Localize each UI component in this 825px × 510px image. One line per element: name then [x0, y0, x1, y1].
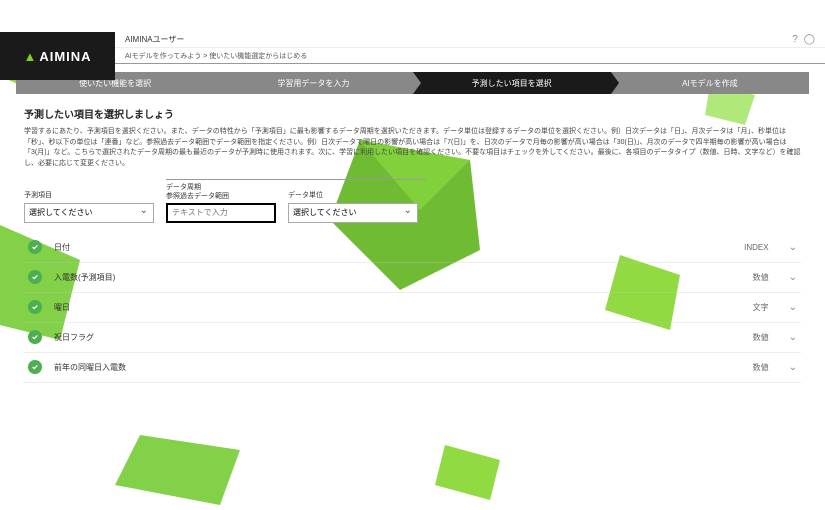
step-2[interactable]: 学習用データを入力 — [214, 72, 412, 94]
item-name: 日付 — [54, 242, 744, 253]
range-input[interactable] — [166, 203, 276, 223]
check-icon[interactable] — [28, 270, 42, 284]
breadcrumb-text[interactable]: AIモデルを作ってみよう > 使いたい機能選定からはじめる — [125, 51, 307, 61]
section-description: 学習するにあたり、予測項目を選択ください。また、データの特性から「予測項目」に最… — [24, 127, 801, 169]
username: AIMINAユーザー — [125, 34, 184, 45]
step-nav: 使いたい機能を選択 学習用データを入力 予測したい項目を選択 AIモデルを作成 — [16, 72, 809, 94]
chevron-down-icon[interactable]: ⌄ — [789, 272, 797, 283]
chevron-down-icon[interactable]: ⌄ — [789, 332, 797, 343]
chevron-down-icon[interactable]: ⌄ — [789, 362, 797, 373]
check-icon[interactable] — [28, 330, 42, 344]
list-item[interactable]: 入電数(予測項目) 数値 ⌄ — [24, 263, 801, 293]
section-title: 予測したい項目を選択しましょう — [24, 106, 801, 121]
item-type: 数値 — [753, 332, 769, 343]
decorative-shape — [110, 430, 250, 510]
step-4[interactable]: AIモデルを作成 — [611, 72, 809, 94]
top-strip — [0, 0, 825, 32]
item-name: 曜日 — [54, 302, 753, 313]
chevron-down-icon[interactable]: ⌄ — [789, 302, 797, 313]
predict-label: 予測項目 — [24, 190, 154, 200]
user-bar: AIMINAユーザー ? ◯ — [0, 32, 825, 48]
help-icon[interactable]: ? — [792, 34, 798, 45]
item-name: 祝日フラグ — [54, 332, 753, 343]
breadcrumb: AIモデルを作ってみよう > 使いたい機能選定からはじめる — [0, 48, 825, 64]
item-name: 入電数(予測項目) — [54, 272, 753, 283]
user-icon[interactable]: ◯ — [804, 34, 815, 45]
item-list: 日付 INDEX ⌄ 入電数(予測項目) 数値 ⌄ 曜日 文字 ⌄ 祝日フラグ … — [24, 233, 801, 383]
logo[interactable]: ▲AIMINA — [0, 32, 115, 80]
step-3[interactable]: 予測したい項目を選択 — [413, 72, 611, 94]
chevron-down-icon[interactable]: ⌄ — [789, 242, 797, 253]
unit-label: データ単位 — [288, 190, 418, 200]
item-type: INDEX — [744, 243, 768, 252]
range-label: 参照過去データ範囲 — [166, 191, 276, 201]
list-item[interactable]: 前年の同曜日入電数 数値 ⌄ — [24, 353, 801, 383]
item-name: 前年の同曜日入電数 — [54, 362, 753, 373]
item-type: 数値 — [753, 272, 769, 283]
unit-select[interactable]: 選択してください — [288, 203, 418, 223]
list-item[interactable]: 曜日 文字 ⌄ — [24, 293, 801, 323]
logo-text: AIMINA — [39, 49, 91, 64]
predict-select[interactable]: 選択してください — [24, 203, 154, 223]
check-icon[interactable] — [28, 300, 42, 314]
item-type: 数値 — [753, 362, 769, 373]
list-item[interactable]: 日付 INDEX ⌄ — [24, 233, 801, 263]
decorative-shape — [430, 440, 510, 510]
check-icon[interactable] — [28, 240, 42, 254]
list-item[interactable]: 祝日フラグ 数値 ⌄ — [24, 323, 801, 353]
check-icon[interactable] — [28, 360, 42, 374]
item-type: 文字 — [753, 302, 769, 313]
